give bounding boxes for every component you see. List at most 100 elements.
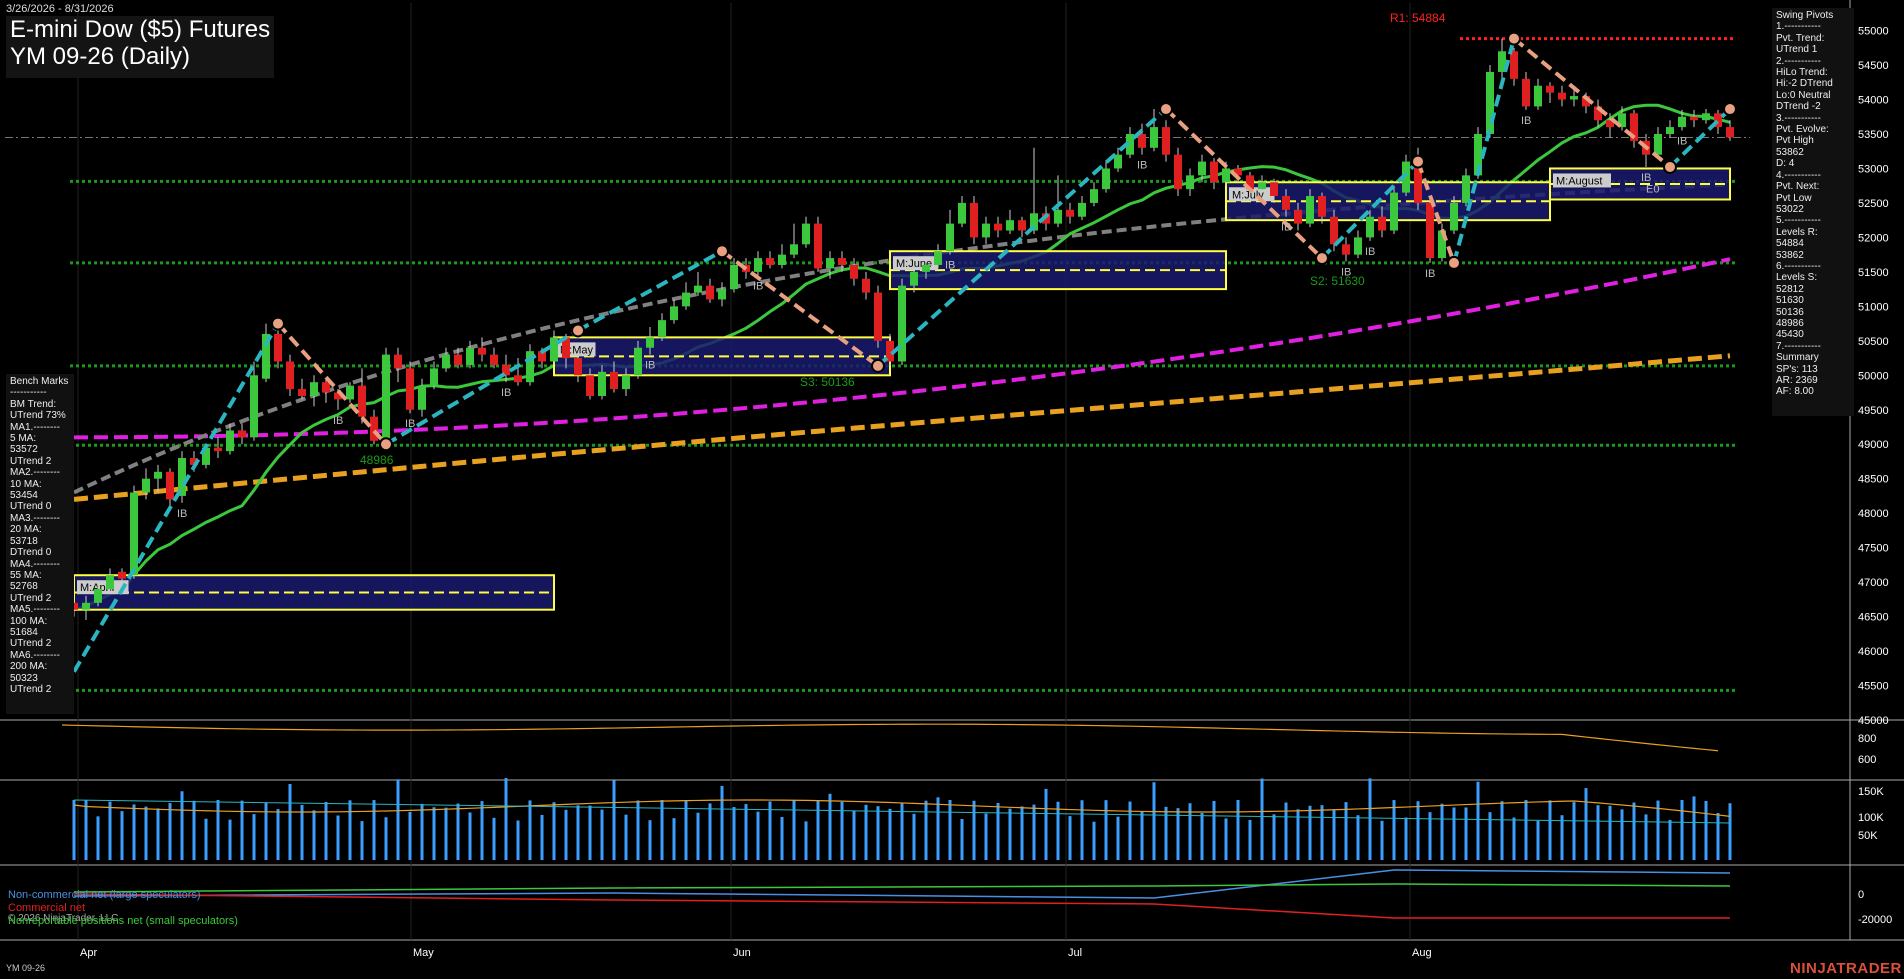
swing-pivots-line: Pvt. Evolve: bbox=[1776, 124, 1829, 136]
candle-body bbox=[1354, 237, 1362, 255]
swing-pivots-line: Hi:-2 DTrend bbox=[1776, 78, 1833, 90]
cot-commercial-line bbox=[73, 893, 1730, 919]
level-label-s2: S2: 51630 bbox=[1310, 274, 1365, 288]
candle bbox=[958, 196, 966, 228]
volume-bar bbox=[1152, 782, 1156, 860]
volume-bar bbox=[168, 803, 172, 860]
candle bbox=[358, 368, 366, 424]
volume-bar bbox=[636, 800, 640, 860]
bench-marks-line: ----------- bbox=[10, 387, 47, 399]
ib-label: IB bbox=[1521, 115, 1531, 127]
candle bbox=[526, 344, 534, 386]
swing-pivots-line: 51630 bbox=[1776, 295, 1804, 307]
y-tick-label: 53500 bbox=[1858, 129, 1889, 141]
volume-tick: 150K bbox=[1858, 786, 1884, 798]
volume-bar bbox=[1248, 819, 1252, 860]
candle bbox=[1114, 147, 1122, 172]
volume-bar bbox=[1476, 781, 1480, 860]
bench-marks-line: MA6.-------- bbox=[10, 649, 60, 661]
pivot-marker bbox=[1447, 255, 1461, 270]
y-tick-label: 51500 bbox=[1858, 267, 1889, 279]
volume-bar bbox=[708, 803, 712, 860]
swing-pivots-line: SP's: 113 bbox=[1776, 363, 1818, 375]
volume-bar bbox=[1140, 811, 1144, 860]
candle bbox=[814, 216, 822, 272]
volume-bar bbox=[888, 808, 892, 860]
volume-bar bbox=[552, 802, 556, 860]
volume-bar bbox=[1044, 788, 1048, 860]
volume-bar bbox=[1344, 802, 1348, 860]
candle bbox=[1702, 109, 1710, 124]
candle-body bbox=[634, 347, 642, 376]
volume-bar bbox=[1632, 802, 1636, 860]
candle-body bbox=[466, 347, 474, 365]
volume-bar bbox=[564, 809, 568, 860]
y-tick-label: 47500 bbox=[1858, 543, 1889, 555]
y-tick-label: 51000 bbox=[1858, 301, 1889, 313]
x-tick-label: May bbox=[413, 947, 434, 959]
volume-bar bbox=[228, 819, 232, 860]
candle bbox=[1630, 109, 1638, 148]
candle bbox=[1390, 185, 1398, 234]
bench-marks-line: 20 MA: bbox=[10, 524, 42, 536]
candle bbox=[370, 409, 378, 445]
candle bbox=[214, 437, 222, 459]
e0-label: E0 bbox=[1646, 184, 1659, 196]
volume-bar bbox=[336, 815, 340, 860]
bench-marks-line: 10 MA: bbox=[10, 478, 42, 490]
candle bbox=[1498, 38, 1506, 79]
volume-bar bbox=[1704, 800, 1708, 860]
volume-bar bbox=[1452, 807, 1456, 860]
candle-body bbox=[1006, 220, 1014, 231]
y-tick-label: 50000 bbox=[1858, 370, 1889, 382]
candle-body bbox=[1486, 71, 1494, 134]
volume-bar bbox=[1572, 802, 1576, 860]
x-tick-label: Apr bbox=[80, 947, 97, 959]
y-tick-label: 49500 bbox=[1858, 405, 1889, 417]
volume-bar bbox=[972, 800, 976, 860]
candle-body bbox=[850, 264, 858, 279]
candle-body bbox=[1342, 244, 1350, 255]
ib-label: IB bbox=[177, 508, 187, 520]
volume-bar bbox=[768, 801, 772, 860]
ma-200-line bbox=[73, 353, 1731, 502]
candle-body bbox=[118, 571, 126, 579]
candle-body bbox=[418, 385, 426, 410]
chart-title-instrument: E-mini Dow ($5) Futures bbox=[10, 16, 271, 43]
volume-bar bbox=[108, 801, 112, 860]
candle-body bbox=[658, 320, 666, 338]
candle bbox=[310, 375, 318, 407]
swing-pivot-line bbox=[876, 107, 1168, 368]
candle bbox=[250, 361, 258, 441]
volume-bar bbox=[1368, 778, 1372, 860]
volume-bar bbox=[96, 816, 100, 860]
candle-body bbox=[694, 285, 702, 293]
volume-bar bbox=[1548, 800, 1552, 860]
candle-body bbox=[670, 306, 678, 321]
ib-label: IB bbox=[1425, 268, 1435, 280]
price-chart[interactable]: 45000 45500 46000 46500 47000 47500 48000 48500… bbox=[0, 0, 1904, 979]
candle bbox=[1210, 158, 1218, 190]
candle-body bbox=[286, 361, 294, 390]
volume-bar bbox=[912, 813, 916, 860]
ib-label: IB bbox=[753, 280, 763, 292]
candle bbox=[778, 244, 786, 269]
volume-bar bbox=[1596, 805, 1600, 860]
candle-body bbox=[1426, 202, 1434, 259]
candle bbox=[898, 278, 906, 365]
bench-marks-panel: Bench Marks ----------- BM Trend: UTrend 73… bbox=[6, 374, 74, 714]
candle bbox=[406, 361, 414, 414]
bench-marks-line: DTrend 0 bbox=[10, 547, 52, 559]
volume-bar bbox=[360, 821, 364, 860]
volume-bar bbox=[1560, 815, 1564, 860]
volume-bar bbox=[1212, 800, 1216, 860]
candle-body bbox=[1306, 196, 1314, 224]
candle bbox=[802, 216, 810, 248]
volume-bar bbox=[156, 808, 160, 860]
candle-body bbox=[1210, 161, 1218, 183]
volume-bar bbox=[528, 800, 532, 860]
candle-body bbox=[1726, 127, 1734, 138]
swing-pivots-line: AR: 2369 bbox=[1776, 375, 1818, 386]
bench-marks-line: 50323 bbox=[10, 672, 38, 684]
bench-marks-line: MA3.-------- bbox=[10, 512, 60, 524]
